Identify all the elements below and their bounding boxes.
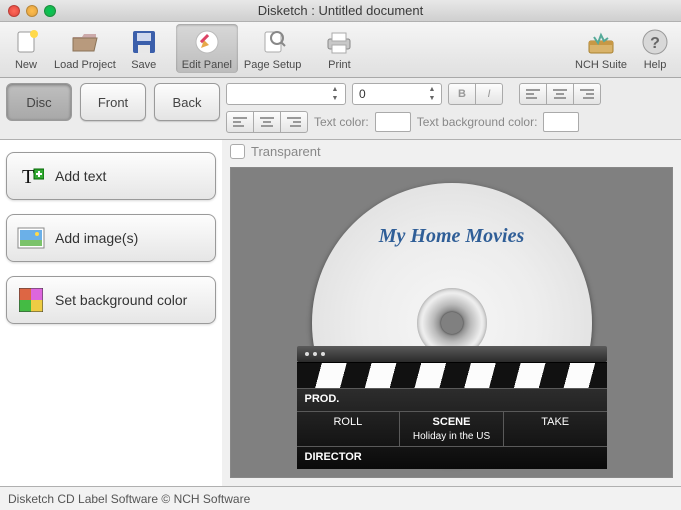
text-bg-color-label: Text background color: (417, 115, 538, 129)
text-color-label: Text color: (314, 115, 369, 129)
chevron-down-icon[interactable]: ▼ (327, 94, 343, 103)
clapper-stripes (297, 362, 607, 388)
clapper-prod: PROD. (297, 389, 607, 411)
print-icon (323, 26, 355, 58)
clapper-roll: ROLL (297, 412, 401, 446)
text-icon: T (17, 162, 45, 190)
save-icon (128, 26, 160, 58)
disc-title-text: My Home Movies (312, 225, 592, 248)
save-button[interactable]: Save (122, 24, 166, 73)
add-image-button[interactable]: Add image(s) (6, 214, 216, 262)
transparent-label: Transparent (251, 144, 321, 159)
add-text-label: Add text (55, 168, 106, 184)
align-center-button[interactable] (546, 83, 574, 105)
chevron-down-icon[interactable]: ▼ (425, 94, 439, 103)
design-canvas[interactable]: My Home Movies PROD. ROLL SCENE Holiday … (230, 167, 673, 478)
edit-panel-button[interactable]: Edit Panel (176, 24, 238, 73)
edit-icon (191, 26, 223, 58)
toolbar: New Load Project Save Edit Panel Pa (0, 22, 681, 78)
control-bar: Disc Front Back ▲▼ 0 ▲▼ B I (0, 78, 681, 140)
clapperboard: PROD. ROLL SCENE Holiday in the US TAKE … (297, 346, 607, 469)
font-size-input[interactable]: 0 ▲▼ (352, 83, 442, 105)
clapper-hinge (297, 346, 607, 362)
page-setup-button[interactable]: Page Setup (238, 24, 308, 73)
tab-disc[interactable]: Disc (6, 83, 72, 121)
folder-open-icon (69, 26, 101, 58)
canvas-area: Transparent My Home Movies PROD. ROLL SC… (222, 140, 681, 486)
svg-text:?: ? (650, 35, 660, 52)
set-bg-color-button[interactable]: Set background color (6, 276, 216, 324)
align-right-button[interactable] (573, 83, 601, 105)
status-bar: Disketch CD Label Software © NCH Softwar… (0, 486, 681, 510)
valign-middle-button[interactable] (253, 111, 281, 133)
bold-button[interactable]: B (448, 83, 476, 105)
titlebar: Disketch : Untitled document (0, 0, 681, 22)
add-image-label: Add image(s) (55, 230, 138, 246)
chevron-up-icon[interactable]: ▲ (327, 85, 343, 94)
clapper-scene: SCENE Holiday in the US (400, 412, 504, 446)
italic-button[interactable]: I (475, 83, 503, 105)
clapper-board: PROD. ROLL SCENE Holiday in the US TAKE … (297, 388, 607, 469)
sidebar: T Add text Add image(s) Set background c… (0, 140, 222, 486)
align-left-button[interactable] (519, 83, 547, 105)
text-bg-color-swatch[interactable] (543, 112, 579, 132)
tab-front[interactable]: Front (80, 83, 146, 121)
svg-text:T: T (22, 166, 34, 188)
clapper-director: DIRECTOR (297, 447, 607, 469)
window-title: Disketch : Untitled document (0, 3, 681, 18)
font-family-select[interactable]: ▲▼ (226, 83, 346, 105)
face-tabs: Disc Front Back (6, 83, 220, 121)
nch-suite-button[interactable]: NCH Suite (569, 24, 633, 73)
load-project-button[interactable]: Load Project (48, 24, 122, 73)
add-text-button[interactable]: T Add text (6, 152, 216, 200)
disc-preview: My Home Movies PROD. ROLL SCENE Holiday … (312, 183, 592, 463)
set-bg-label: Set background color (55, 292, 187, 308)
status-text: Disketch CD Label Software © NCH Softwar… (8, 492, 250, 506)
valign-bottom-button[interactable] (280, 111, 308, 133)
valign-top-button[interactable] (226, 111, 254, 133)
new-icon (10, 26, 42, 58)
transparent-row: Transparent (222, 140, 681, 163)
help-button[interactable]: ? Help (633, 24, 677, 73)
main: T Add text Add image(s) Set background c… (0, 140, 681, 486)
transparent-checkbox[interactable] (230, 144, 245, 159)
image-icon (17, 224, 45, 252)
color-grid-icon (17, 286, 45, 314)
new-button[interactable]: New (4, 24, 48, 73)
toolbox-icon (585, 26, 617, 58)
clapper-take: TAKE (504, 412, 607, 446)
chevron-up-icon[interactable]: ▲ (425, 85, 439, 94)
disc-hole (441, 312, 463, 334)
text-color-swatch[interactable] (375, 112, 411, 132)
page-setup-icon (257, 26, 289, 58)
help-icon: ? (639, 26, 671, 58)
tab-back[interactable]: Back (154, 83, 220, 121)
print-button[interactable]: Print (317, 24, 361, 73)
